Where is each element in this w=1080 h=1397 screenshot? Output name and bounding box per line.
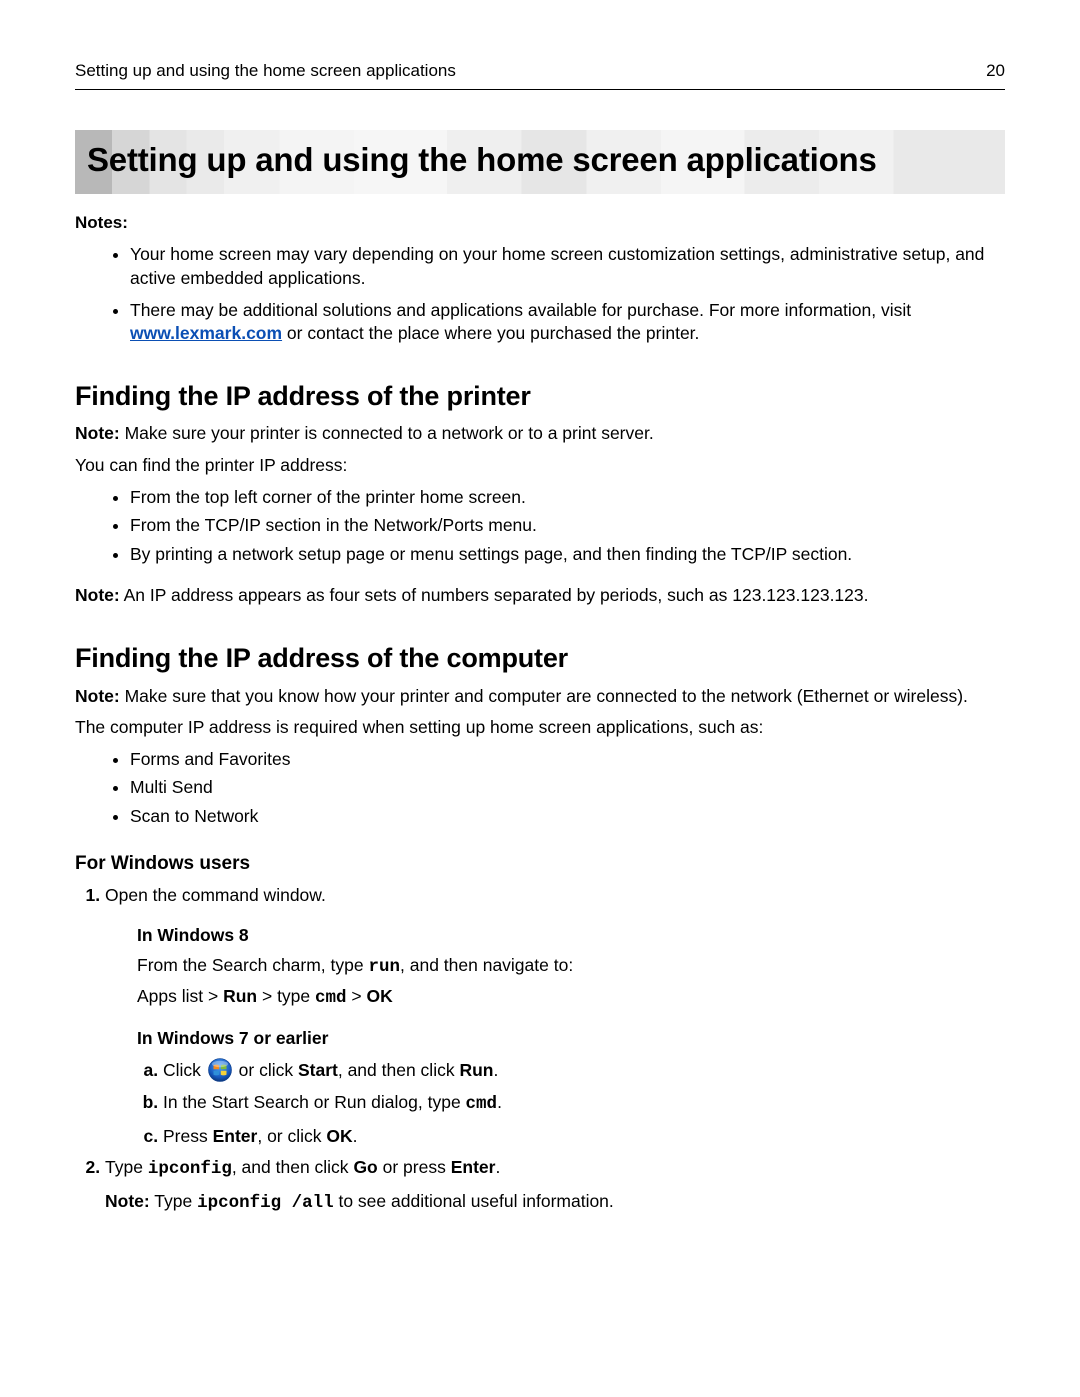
note-item: Your home screen may vary depending on y…: [130, 243, 1005, 290]
windows8-block: In Windows 8 From the Search charm, type…: [137, 924, 1005, 1011]
lexmark-link[interactable]: www.lexmark.com: [130, 323, 282, 343]
ui-label: OK: [366, 986, 392, 1006]
text: >: [347, 986, 367, 1006]
text: Type: [150, 1191, 197, 1211]
text: Click: [163, 1060, 206, 1080]
win8-line2: Apps list > Run > type cmd > OK: [137, 985, 1005, 1011]
ui-label: Enter: [451, 1157, 496, 1177]
code-text: ipconfig: [148, 1159, 232, 1179]
code-text: cmd: [315, 988, 347, 1008]
step-2: Type ipconfig, and then click Go or pres…: [105, 1156, 1005, 1215]
text: , and then click: [232, 1157, 354, 1177]
note-text: Make sure your printer is connected to a…: [120, 423, 654, 443]
printer-ip-list: From the top left corner of the printer …: [75, 486, 1005, 567]
code-text: ipconfig /all: [197, 1193, 334, 1213]
text: , and then click: [338, 1060, 460, 1080]
win8-line1: From the Search charm, type run, and the…: [137, 954, 1005, 980]
step2-note: Note: Type ipconfig /all to see addition…: [105, 1190, 1005, 1216]
substep-b: In the Start Search or Run dialog, type …: [163, 1091, 1005, 1117]
lead-paragraph: The computer IP address is required when…: [75, 716, 1005, 740]
running-title: Setting up and using the home screen app…: [75, 60, 456, 83]
windows-start-orb-icon: [208, 1058, 232, 1082]
windows-steps: Open the command window. In Windows 8 Fr…: [75, 884, 1005, 1215]
note-label: Note:: [75, 423, 120, 443]
list-item: By printing a network setup page or menu…: [130, 543, 1005, 567]
note-label: Note:: [75, 686, 120, 706]
note-label: Note:: [75, 585, 120, 605]
ui-label: OK: [326, 1126, 352, 1146]
section-heading-printer-ip: Finding the IP address of the printer: [75, 378, 1005, 414]
win7-substeps: Click: [137, 1058, 1005, 1148]
code-text: run: [368, 957, 400, 977]
text: > type: [257, 986, 315, 1006]
note-label: Note:: [105, 1191, 150, 1211]
list-item: Forms and Favorites: [130, 748, 1005, 772]
text: .: [495, 1157, 500, 1177]
notes-label: Notes:: [75, 212, 1005, 235]
section-heading-computer-ip: Finding the IP address of the computer: [75, 640, 1005, 676]
substep-c: Press Enter, or click OK.: [163, 1125, 1005, 1149]
note-text: Make sure that you know how your printer…: [120, 686, 968, 706]
text: Type: [105, 1157, 148, 1177]
text: or click: [234, 1060, 298, 1080]
note-paragraph: Note: Make sure that you know how your p…: [75, 685, 1005, 709]
text: to see additional useful information.: [334, 1191, 614, 1211]
text: or press: [378, 1157, 451, 1177]
text: From the Search charm, type: [137, 955, 368, 975]
list-item: Scan to Network: [130, 805, 1005, 829]
list-item: From the TCP/IP section in the Network/P…: [130, 514, 1005, 538]
text: Apps list >: [137, 986, 223, 1006]
apps-list: Forms and Favorites Multi Send Scan to N…: [75, 748, 1005, 829]
code-text: cmd: [466, 1094, 498, 1114]
text: Press: [163, 1126, 213, 1146]
text: .: [493, 1060, 498, 1080]
windows7-block: In Windows 7 or earlier Click: [137, 1027, 1005, 1149]
ui-label: Start: [298, 1060, 338, 1080]
notes-list: Your home screen may vary depending on y…: [75, 243, 1005, 346]
step-1: Open the command window. In Windows 8 Fr…: [105, 884, 1005, 1148]
note-text: or contact the place where you purchased…: [282, 323, 699, 343]
page-number: 20: [986, 60, 1005, 83]
text: .: [497, 1092, 502, 1112]
ui-label: Go: [353, 1157, 377, 1177]
subheading-windows-users: For Windows users: [75, 851, 1005, 877]
text: , or click: [257, 1126, 326, 1146]
note-paragraph: Note: An IP address appears as four sets…: [75, 584, 1005, 608]
note-item: There may be additional solutions and ap…: [130, 299, 1005, 346]
ui-label: Enter: [213, 1126, 258, 1146]
note-text: There may be additional solutions and ap…: [130, 300, 911, 320]
text: .: [353, 1126, 358, 1146]
ui-label: Run: [459, 1060, 493, 1080]
list-item: From the top left corner of the printer …: [130, 486, 1005, 510]
text: In the Start Search or Run dialog, type: [163, 1092, 466, 1112]
document-page: Setting up and using the home screen app…: [0, 0, 1080, 1397]
title-band: Setting up and using the home screen app…: [75, 130, 1005, 195]
lead-paragraph: You can find the printer IP address:: [75, 454, 1005, 478]
note-paragraph: Note: Make sure your printer is connecte…: [75, 422, 1005, 446]
note-text: An IP address appears as four sets of nu…: [120, 585, 869, 605]
text: , and then navigate to:: [400, 955, 573, 975]
substep-a: Click: [163, 1058, 1005, 1083]
subheading-windows7: In Windows 7 or earlier: [137, 1027, 1005, 1051]
subheading-windows8: In Windows 8: [137, 924, 1005, 948]
ui-label: Run: [223, 986, 257, 1006]
step-text: Open the command window.: [105, 885, 326, 905]
running-header: Setting up and using the home screen app…: [75, 60, 1005, 90]
list-item: Multi Send: [130, 776, 1005, 800]
page-title: Setting up and using the home screen app…: [87, 138, 993, 183]
